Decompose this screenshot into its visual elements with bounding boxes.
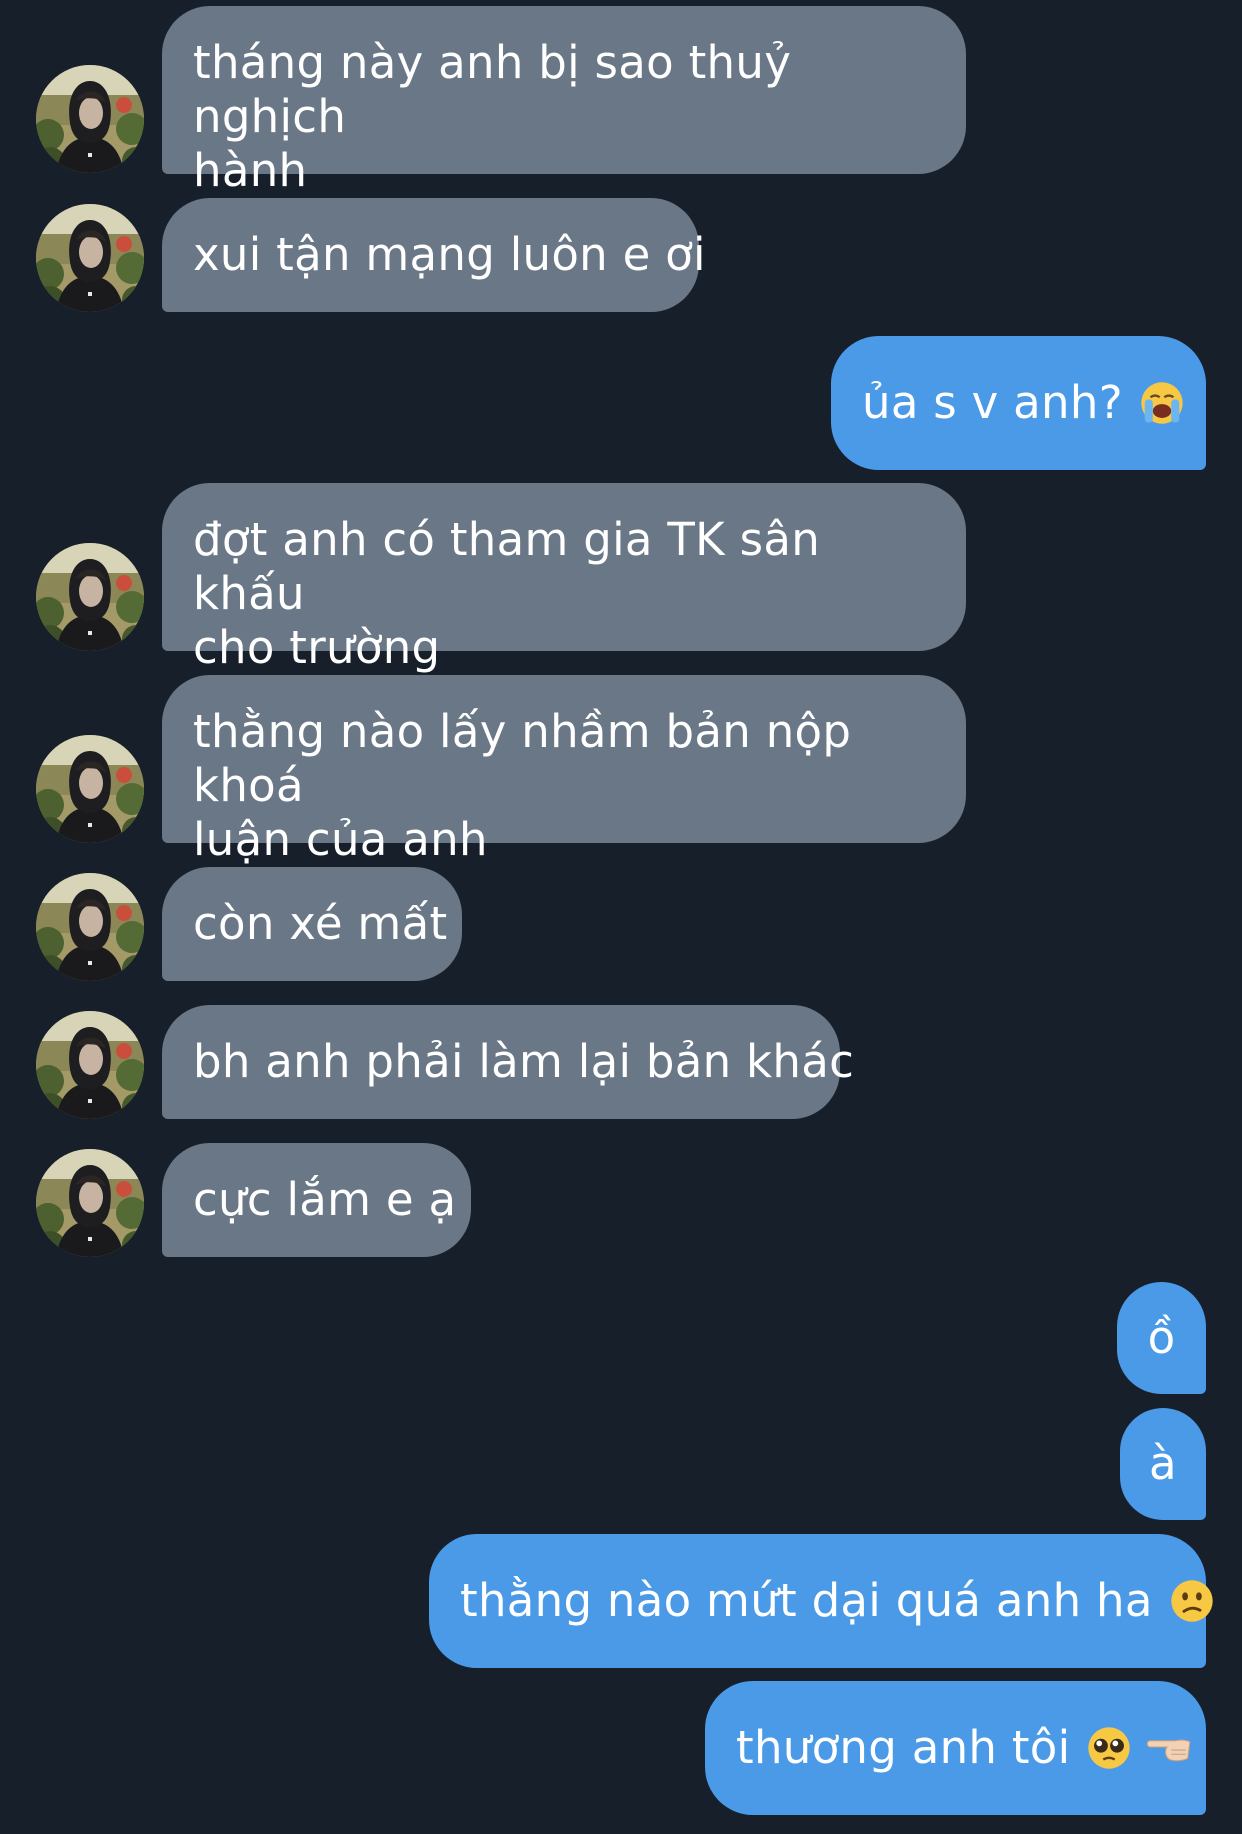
contact-avatar[interactable] (36, 873, 144, 981)
contact-avatar[interactable] (36, 65, 144, 173)
message-bubble[interactable]: ủa s v anh? (831, 336, 1206, 470)
message-bubble[interactable]: bh anh phải làm lại bản khác (162, 1005, 854, 1119)
message-bubble[interactable]: tháng này anh bị sao thuỷ nghịch hành (162, 6, 966, 197)
message-bubble[interactable]: thằng nào mứt dại quá anh ha (429, 1534, 1206, 1668)
message-bubble[interactable]: cực lắm e ạ (162, 1143, 471, 1257)
message-bubble[interactable]: xui tận mạng luôn e ơi (162, 198, 706, 312)
pleading-face-icon (1086, 1725, 1132, 1771)
message-text: ủa s v anh? (862, 376, 1123, 429)
message-bubble[interactable]: đợt anh có tham gia TK sân khấu cho trườ… (162, 483, 966, 674)
contact-avatar[interactable] (36, 204, 144, 312)
contact-avatar[interactable] (36, 1011, 144, 1119)
message-text: thằng nào mứt dại quá anh ha (460, 1574, 1153, 1627)
contact-avatar[interactable] (36, 1149, 144, 1257)
message-bubble[interactable]: thương anh tôi (705, 1681, 1206, 1815)
loudly-crying-face-icon (1139, 380, 1185, 426)
backhand-index-pointing-left-icon (1140, 1727, 1194, 1769)
message-bubble[interactable]: thằng nào lấy nhầm bản nộp khoá luận của… (162, 675, 966, 866)
contact-avatar[interactable] (36, 735, 144, 843)
message-text: thương anh tôi (736, 1721, 1071, 1774)
contact-avatar[interactable] (36, 543, 144, 651)
message-bubble[interactable]: à (1120, 1408, 1206, 1520)
message-bubble[interactable]: ồ (1117, 1282, 1206, 1394)
message-thread[interactable]: tháng này anh bị sao thuỷ nghịch hành xu… (0, 0, 1242, 1834)
confused-face-icon (1169, 1578, 1215, 1624)
message-bubble[interactable]: còn xé mất (162, 867, 462, 981)
